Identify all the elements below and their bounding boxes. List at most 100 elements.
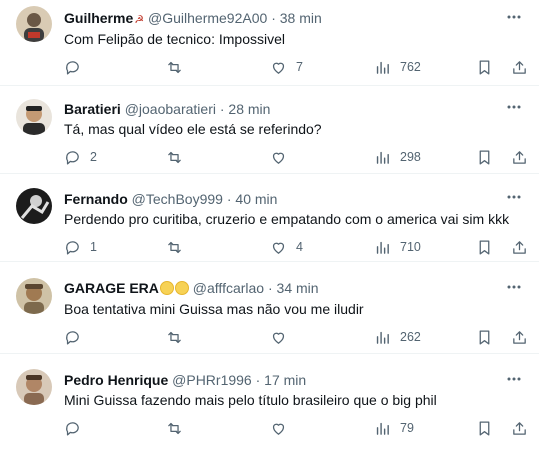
separator-dot: ·: [219, 101, 225, 117]
action-bar: 79: [56, 416, 527, 440]
view-count: 298: [400, 150, 421, 164]
views-button[interactable]: 79: [374, 416, 414, 440]
moon-emoji: [159, 281, 174, 295]
avatar[interactable]: [16, 188, 52, 224]
share-icon: [513, 240, 526, 254]
retweet-icon: [168, 331, 181, 343]
user-handle[interactable]: @joaobaratieri: [125, 101, 216, 117]
user-handle[interactable]: @afffcarlao: [193, 280, 264, 296]
tweet-header: Fernando @TechBoy999 · 40 min: [64, 190, 499, 208]
share-button[interactable]: [511, 145, 528, 169]
avatar[interactable]: [16, 278, 52, 314]
share-icon: [513, 60, 526, 74]
action-bar: 2 298: [56, 145, 527, 169]
retweet-button[interactable]: [166, 325, 192, 349]
reply-icon: [66, 330, 79, 345]
more-icon[interactable]: [505, 372, 523, 386]
tweet[interactable]: GARAGE ERA @afffcarlao · 34 min Boa tent…: [0, 262, 539, 354]
tweet-text: Com Felipão de tecnico: Impossivel: [64, 31, 285, 47]
replies-feed: Guilherme☭ @Guilherme92A00 · 38 min Com …: [0, 0, 539, 449]
avatar-image: [16, 6, 52, 42]
bookmark-button[interactable]: [476, 416, 493, 440]
views-button[interactable]: 762: [374, 55, 421, 79]
share-button[interactable]: [511, 416, 528, 440]
timestamp[interactable]: 38 min: [280, 10, 322, 26]
timestamp[interactable]: 28 min: [228, 101, 270, 117]
avatar[interactable]: [16, 6, 52, 42]
more-icon[interactable]: [505, 100, 523, 114]
action-bar: 1 4 710: [56, 235, 527, 259]
tweet[interactable]: Pedro Henrique @PHRr1996 · 17 min Mini G…: [0, 354, 539, 449]
tweet-text: Perdendo pro curitiba, cruzerio e empata…: [64, 211, 510, 227]
reply-button[interactable]: [64, 416, 90, 440]
avatar-image: [16, 99, 52, 135]
user-handle[interactable]: @Guilherme92A00: [148, 10, 267, 26]
retweet-button[interactable]: [166, 416, 192, 440]
view-count: 710: [400, 240, 421, 254]
user-name[interactable]: Guilherme: [64, 10, 133, 26]
bookmark-icon: [479, 329, 490, 345]
like-icon: [272, 423, 285, 435]
tweet[interactable]: Baratieri @joaobaratieri · 28 min Tá, ma…: [0, 86, 539, 174]
tweet-text: Tá, mas qual vídeo ele está se referindo…: [64, 121, 322, 137]
views-button[interactable]: 298: [374, 145, 421, 169]
user-name[interactable]: GARAGE ERA: [64, 280, 159, 296]
tweet-text: Mini Guissa fazendo mais pelo título bra…: [64, 392, 437, 408]
bookmark-button[interactable]: [476, 325, 493, 349]
retweet-icon: [168, 151, 181, 163]
user-handle[interactable]: @TechBoy999: [132, 191, 223, 207]
views-icon: [376, 241, 389, 254]
tweet[interactable]: Guilherme☭ @Guilherme92A00 · 38 min Com …: [0, 0, 539, 86]
more-icon[interactable]: [505, 190, 523, 204]
tweet-text: Boa tentativa mini Guissa mas não vou me…: [64, 301, 364, 317]
more-icon[interactable]: [505, 280, 523, 294]
user-name[interactable]: Pedro Henrique: [64, 372, 168, 388]
bookmark-button[interactable]: [476, 55, 493, 79]
tweet-header: Pedro Henrique @PHRr1996 · 17 min: [64, 371, 499, 389]
reply-count: 1: [90, 240, 97, 254]
view-count: 762: [400, 60, 421, 74]
timestamp[interactable]: 17 min: [264, 372, 306, 388]
reply-icon: [66, 240, 79, 255]
share-button[interactable]: [511, 235, 528, 259]
avatar[interactable]: [16, 99, 52, 135]
retweet-button[interactable]: [166, 55, 192, 79]
views-button[interactable]: 710: [374, 235, 421, 259]
views-button[interactable]: 262: [374, 325, 421, 349]
name-emoji: ☭: [134, 14, 145, 26]
reply-button[interactable]: 2: [64, 145, 97, 169]
tweet-header: GARAGE ERA @afffcarlao · 34 min: [64, 279, 499, 297]
share-button[interactable]: [511, 55, 528, 79]
user-name[interactable]: Baratieri: [64, 101, 121, 117]
timestamp[interactable]: 40 min: [235, 191, 277, 207]
sun-emoji: [174, 281, 189, 295]
avatar[interactable]: [16, 369, 52, 405]
tweet-header: Baratieri @joaobaratieri · 28 min: [64, 100, 499, 118]
like-icon: [272, 62, 285, 74]
reply-icon: [66, 421, 79, 436]
user-name[interactable]: Fernando: [64, 191, 128, 207]
like-icon: [272, 152, 285, 164]
reply-count: 2: [90, 150, 97, 164]
like-button[interactable]: 7: [270, 55, 303, 79]
bookmark-button[interactable]: [476, 235, 493, 259]
reply-button[interactable]: [64, 55, 90, 79]
reply-button[interactable]: [64, 325, 90, 349]
more-icon[interactable]: [505, 10, 523, 24]
like-button[interactable]: [270, 416, 296, 440]
like-icon: [272, 332, 285, 344]
share-icon: [513, 150, 526, 164]
like-button[interactable]: [270, 145, 296, 169]
retweet-button[interactable]: [166, 235, 192, 259]
tweet[interactable]: Fernando @TechBoy999 · 40 min Perdendo p…: [0, 174, 539, 262]
like-button[interactable]: [270, 325, 296, 349]
reply-button[interactable]: 1: [64, 235, 97, 259]
avatar-image: [16, 369, 52, 405]
retweet-button[interactable]: [166, 145, 192, 169]
user-handle[interactable]: @PHRr1996: [172, 372, 252, 388]
bookmark-button[interactable]: [476, 145, 493, 169]
like-button[interactable]: 4: [270, 235, 303, 259]
timestamp[interactable]: 34 min: [277, 280, 319, 296]
views-icon: [376, 61, 389, 74]
share-button[interactable]: [511, 325, 528, 349]
